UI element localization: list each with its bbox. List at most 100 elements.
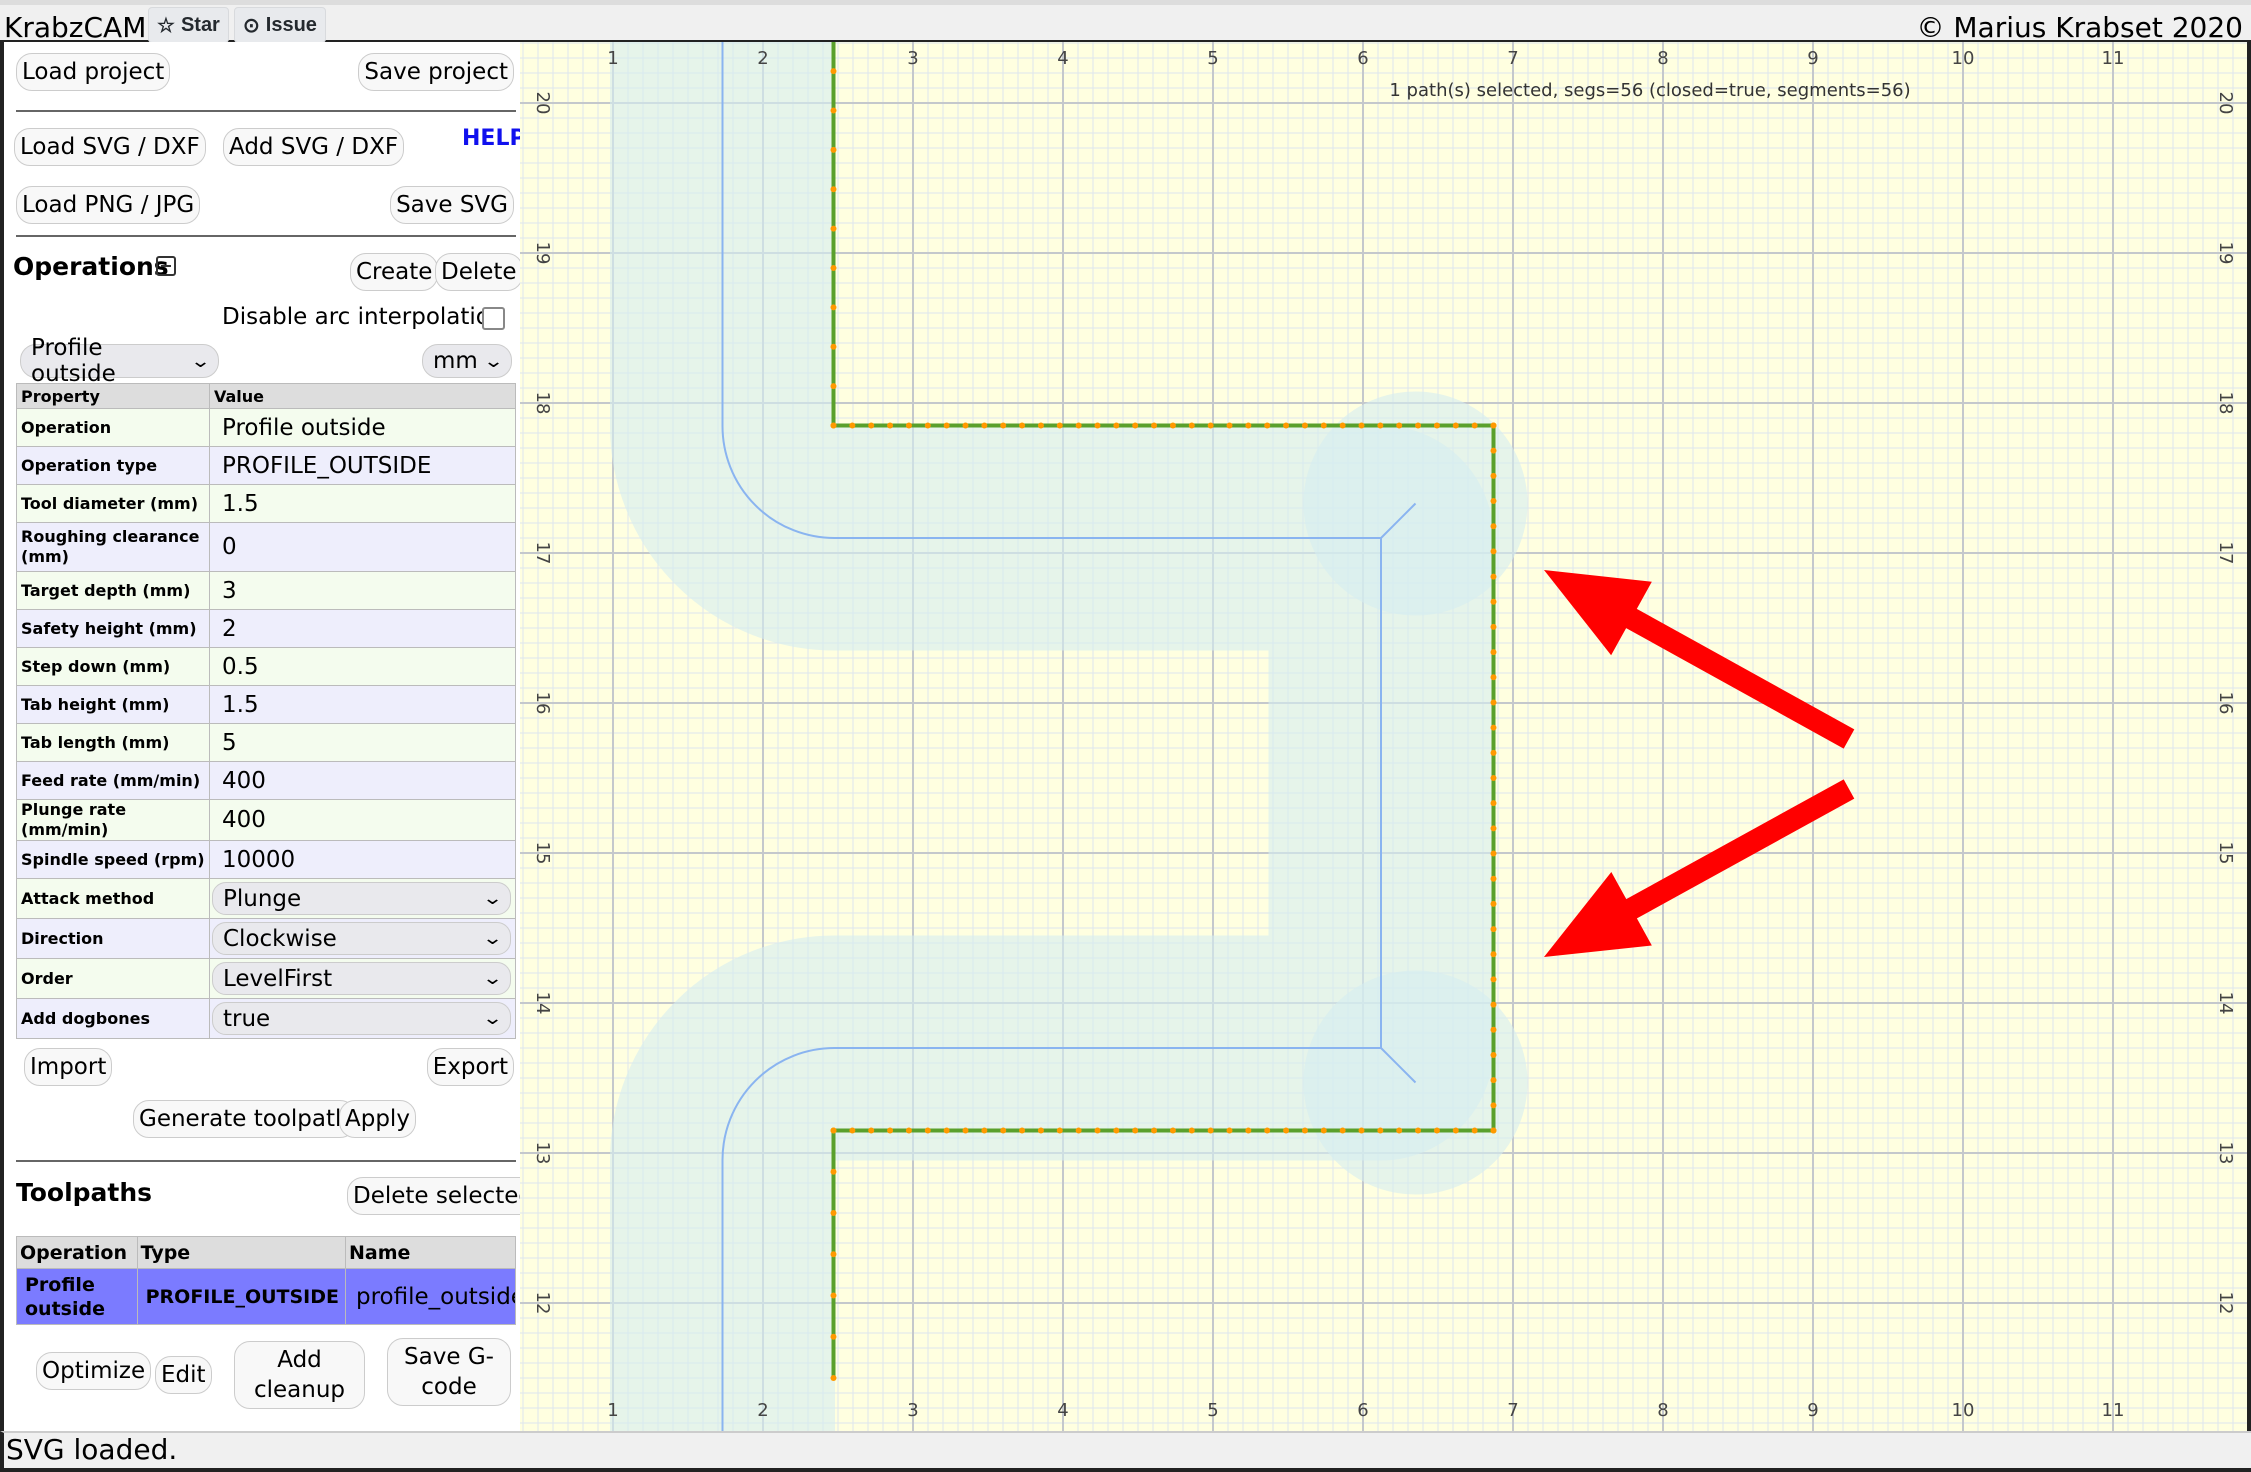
x-tick-label-top: 8 — [1657, 48, 1668, 69]
help-link[interactable]: HELP — [462, 126, 526, 151]
add-svg-button[interactable]: Add SVG / DXF — [223, 128, 405, 166]
vertex-point — [1490, 724, 1497, 731]
load-png-button[interactable]: Load PNG / JPG — [16, 186, 201, 224]
save-project-button[interactable]: Save project — [358, 53, 514, 91]
vertex-point — [1320, 1127, 1327, 1134]
github-star-button[interactable]: ☆ Star — [148, 7, 229, 43]
property-name: Operation — [16, 408, 210, 447]
collapse-icon[interactable] — [156, 256, 176, 276]
operation-type-value: Profile outside — [31, 335, 116, 387]
vertex-point — [830, 1251, 837, 1258]
property-select[interactable]: true ⌄ — [212, 1002, 511, 1035]
toolpath-name: profile_outside — [345, 1268, 516, 1325]
divider — [16, 235, 516, 237]
property-value-input[interactable]: 0 — [209, 522, 516, 572]
vertex-point — [1132, 422, 1139, 429]
property-row: Feed rate (mm/min) 400 — [16, 761, 516, 800]
property-select[interactable]: Plunge ⌄ — [212, 882, 511, 915]
vertex-point — [1490, 951, 1497, 958]
toolpath-row[interactable]: Profile outside PROFILE_OUTSIDE profile_… — [16, 1268, 516, 1325]
property-select[interactable]: LevelFirst ⌄ — [212, 962, 511, 995]
delete-selected-button[interactable]: Delete selected — [347, 1177, 539, 1215]
operation-type-select[interactable]: Profile outside ⌄ — [20, 335, 219, 387]
vertex-point — [1415, 1127, 1422, 1134]
export-button[interactable]: Export — [426, 1048, 514, 1086]
property-value-input[interactable]: 0.5 — [209, 647, 516, 686]
toolpath-operation: Profile outside — [16, 1268, 138, 1325]
x-tick-label-top: 11 — [2102, 48, 2125, 69]
col-property: Property — [16, 383, 210, 409]
apply-button[interactable]: Apply — [339, 1100, 416, 1138]
property-select-value: LevelFirst — [223, 965, 333, 992]
vertex-point — [1490, 649, 1497, 656]
vertex-point — [830, 1210, 837, 1216]
property-value-input[interactable]: 5 — [209, 723, 516, 762]
import-button[interactable]: Import — [24, 1048, 113, 1086]
property-value-input[interactable]: 2 — [209, 609, 516, 648]
property-value-input[interactable]: 1.5 — [209, 685, 516, 724]
y-tick-label-left: 14 — [532, 992, 553, 1015]
optimize-button[interactable]: Optimize — [36, 1352, 152, 1390]
delete-operation-button[interactable]: Delete — [435, 253, 523, 291]
divider — [16, 1160, 516, 1162]
operations-heading: Operations — [13, 252, 169, 281]
vertex-point — [849, 422, 856, 429]
vertex-point — [830, 1333, 837, 1340]
property-value-input[interactable]: 10000 — [209, 840, 516, 879]
y-tick-label-left: 16 — [532, 692, 553, 715]
property-row: Add dogbones true ⌄ — [16, 998, 516, 1039]
property-value-input[interactable]: 3 — [209, 571, 516, 610]
save-svg-button[interactable]: Save SVG — [390, 186, 514, 224]
y-tick-label-right: 17 — [2215, 542, 2236, 565]
vertex-point — [830, 343, 837, 350]
property-select[interactable]: Clockwise ⌄ — [212, 922, 511, 955]
vertex-point — [1169, 422, 1176, 429]
toolpaths-table: Operation Type Name Profile outside PROF… — [16, 1236, 516, 1325]
vertex-point — [1037, 1127, 1044, 1134]
vertex-point — [1207, 1127, 1214, 1134]
generate-toolpath-button[interactable]: Generate toolpath — [133, 1100, 356, 1138]
vertex-point — [849, 1127, 856, 1134]
vertex-point — [1490, 548, 1497, 555]
vertex-point — [1226, 1127, 1233, 1134]
github-issue-button[interactable]: ⊙ Issue — [234, 7, 326, 43]
property-row: Tab height (mm) 1.5 — [16, 685, 516, 724]
create-operation-button[interactable]: Create — [350, 253, 439, 291]
property-value-input[interactable]: 400 — [209, 761, 516, 800]
left-panel: Load project Save project Load SVG / DXF… — [0, 42, 539, 1432]
toolpath-type: PROFILE_OUTSIDE — [136, 1268, 347, 1325]
col-name: Name — [345, 1236, 516, 1269]
vertex-point — [830, 225, 837, 232]
y-tick-label-left: 20 — [532, 92, 553, 115]
vertex-point — [1377, 422, 1384, 429]
vertex-point — [905, 422, 912, 429]
save-gcode-button[interactable]: Save G-code — [387, 1338, 511, 1406]
vertex-point — [1433, 1127, 1440, 1134]
y-tick-label-left: 12 — [532, 1292, 553, 1315]
y-tick-label-right: 16 — [2215, 692, 2236, 715]
load-project-button[interactable]: Load project — [16, 53, 171, 91]
property-value-input[interactable]: 400 — [209, 799, 516, 841]
properties-table: Property Value Operation Profile outside Op… — [16, 383, 516, 1039]
edit-button[interactable]: Edit — [155, 1356, 212, 1394]
property-row: Attack method Plunge ⌄ — [16, 878, 516, 919]
load-svg-button[interactable]: Load SVG / DXF — [14, 128, 206, 166]
vertex-point — [1396, 422, 1403, 429]
add-cleanup-button[interactable]: Add cleanup — [234, 1341, 365, 1409]
y-tick-label-right: 13 — [2215, 1142, 2236, 1165]
property-value-input[interactable]: Profile outside — [209, 408, 516, 447]
y-tick-label-right: 18 — [2215, 392, 2236, 415]
property-name: Roughing clearance (mm) — [16, 522, 210, 572]
disable-arc-checkbox[interactable] — [482, 307, 505, 330]
cam-canvas[interactable]: 1122334455667788991010111112 1213 1314 1415… — [520, 42, 2251, 1432]
vertex-point — [1433, 422, 1440, 429]
vertex-point — [830, 1168, 837, 1175]
vertex-point — [830, 304, 837, 311]
property-row: Direction Clockwise ⌄ — [16, 918, 516, 959]
vertex-point — [830, 107, 837, 114]
unit-select[interactable]: mm ⌄ — [422, 344, 512, 378]
vertex-point — [1490, 573, 1497, 580]
property-row: Operation Profile outside — [16, 408, 516, 447]
property-value-input[interactable]: PROFILE_OUTSIDE — [209, 446, 516, 485]
property-value-input[interactable]: 1.5 — [209, 484, 516, 523]
